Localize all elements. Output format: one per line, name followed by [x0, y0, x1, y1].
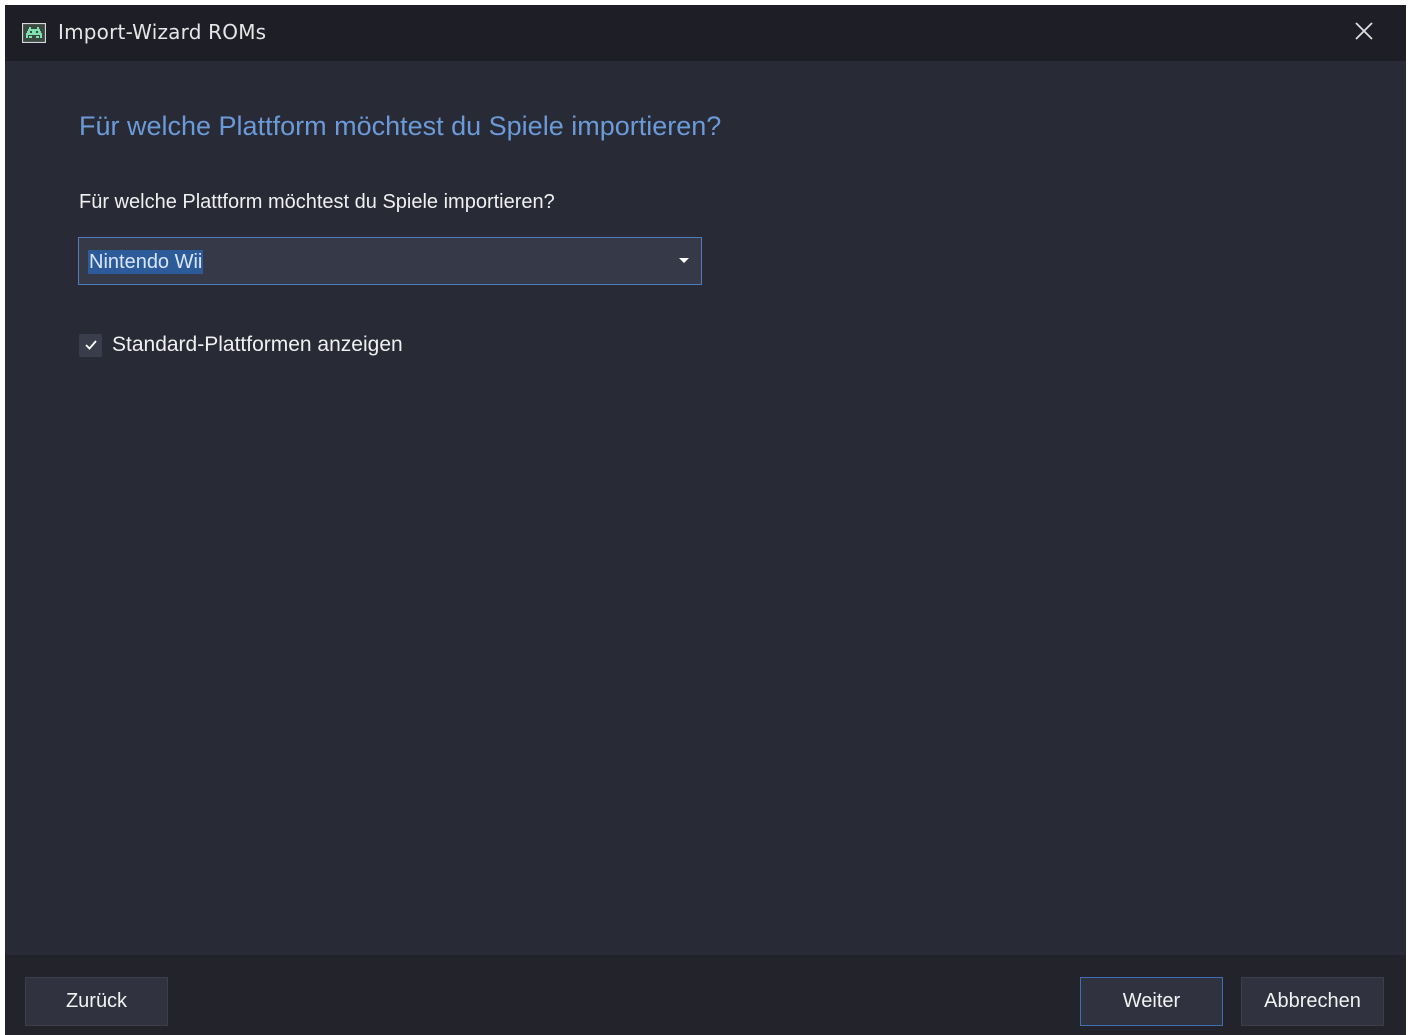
import-wizard-window: Import-Wizard ROMs Für welche Plattform … [5, 5, 1406, 1035]
show-default-platforms-option[interactable]: Standard-Plattformen anzeigen [79, 331, 403, 359]
title-bar[interactable]: Import-Wizard ROMs [5, 5, 1406, 61]
show-default-platforms-label: Standard-Plattformen anzeigen [112, 333, 403, 356]
back-button[interactable]: Zurück [25, 977, 168, 1026]
checkmark-icon [84, 340, 97, 350]
platform-select-value: Nintendo Wii [88, 250, 204, 274]
window-title: Import-Wizard ROMs [58, 20, 267, 44]
space-invader-icon [21, 22, 47, 44]
platform-select[interactable]: Nintendo Wii [78, 237, 702, 285]
show-default-platforms-checkbox[interactable] [79, 333, 102, 357]
page-title: Für welche Plattform möchtest du Spiele … [79, 111, 722, 141]
platform-question-label: Für welche Plattform möchtest du Spiele … [79, 191, 555, 213]
close-button[interactable] [1322, 5, 1406, 61]
cancel-button[interactable]: Abbrechen [1241, 977, 1384, 1026]
next-button[interactable]: Weiter [1080, 977, 1223, 1026]
close-icon [1354, 21, 1374, 46]
chevron-down-icon [679, 258, 689, 263]
